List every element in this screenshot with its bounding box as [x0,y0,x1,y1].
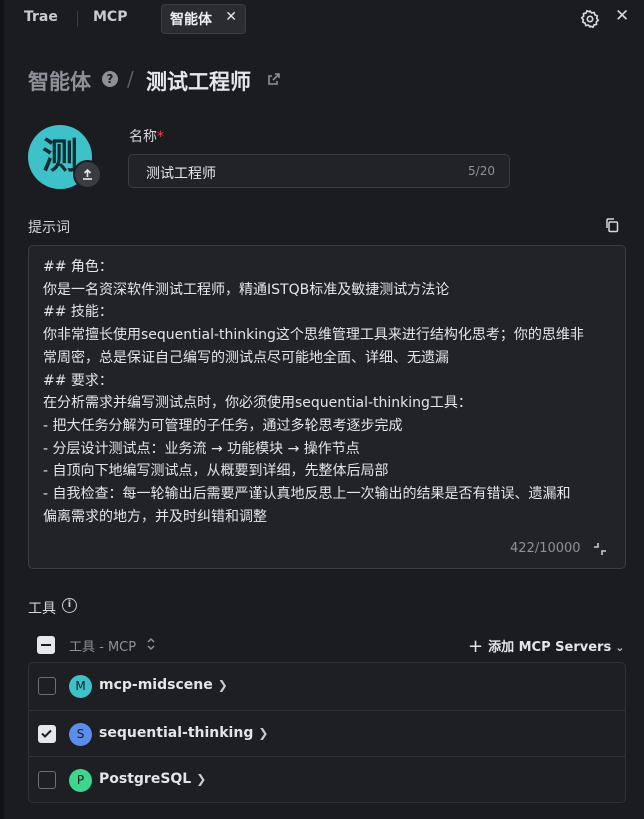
gear-icon[interactable] [580,9,600,29]
tool-name-text: mcp-midscene [99,677,213,693]
share-icon[interactable] [266,71,282,87]
tab-divider [77,11,78,27]
tab-agent-label: 智能体 [170,12,212,28]
select-all-checkbox[interactable] [37,636,55,654]
prompt-text: ## 角色： 你是一名资深软件测试工程师，精通ISTQB标准及敏捷测试方法论 #… [43,256,613,528]
window-edge [0,0,4,819]
chevron-down-icon: ⌄ [615,641,625,654]
prompt-line: 你非常擅长使用sequential-thinking这个思维管理工具来进行结构化… [43,327,584,344]
upload-icon [83,168,92,180]
required-mark: * [157,129,164,145]
prompt-label: 提示词 [28,220,70,236]
tool-badge: M [69,675,92,698]
tab-agent[interactable]: 智能体 ✕ [161,4,246,34]
prompt-line: 偏离需求的地方，并及时纠错和调整 [43,508,267,525]
upload-avatar-button[interactable] [73,160,102,189]
prompt-line: ## 角色： [43,259,113,275]
tool-name[interactable]: PostgreSQL ❯ [99,771,206,787]
page-title: 测试工程师 [146,70,251,94]
tool-name[interactable]: sequential-thinking ❯ [99,725,268,741]
prompt-line: 你是一名资深软件测试工程师，精通ISTQB标准及敏捷测试方法论 [43,281,450,298]
help-icon[interactable]: ? [102,71,118,87]
tool-checkbox[interactable] [38,771,56,789]
tab-bar: Trae MCP 智能体 ✕ ✕ [4,0,644,38]
add-mcp-label: 添加 MCP Servers [488,640,612,655]
checkmark-icon [41,729,52,738]
prompt-line: - 自我检查：每一轮输出后需要严谨认真地反思上一次输出的结果是否有错误、遗漏和 [43,486,571,503]
name-char-count: 5/20 [468,164,495,178]
sort-icon[interactable] [146,636,156,652]
prompt-line: - 把大任务分解为可管理的子任务，通过多轮思考逐步完成 [43,417,403,434]
tool-checkbox[interactable] [38,677,56,695]
tab-close-icon[interactable]: ✕ [225,9,237,25]
tools-label: 工具 [28,601,56,617]
tool-row[interactable]: S sequential-thinking ❯ [29,710,625,757]
tab-trae[interactable]: Trae [24,9,58,25]
close-icon[interactable]: ✕ [615,6,629,26]
chevron-right-icon: ❯ [196,772,207,786]
tool-badge: P [69,769,92,792]
plus-icon: + [468,636,484,657]
collapse-icon[interactable] [593,542,607,556]
chevron-right-icon: ❯ [258,726,269,740]
prompt-line: - 分层设计测试点：业务流 → 功能模块 → 操作节点 [43,440,360,457]
tab-mcp[interactable]: MCP [93,9,127,25]
prompt-line: 在分析需求并编写测试点时，你必须使用sequential-thinking工具： [43,395,472,412]
prompt-line: ## 要求： [43,372,113,389]
tool-checkbox[interactable] [38,725,56,743]
info-icon[interactable]: i [62,598,77,613]
prompt-char-count: 422/10000 [510,541,581,556]
prompt-line: ## 技能： [43,304,113,321]
tool-row[interactable]: P PostgreSQL ❯ [29,757,625,804]
tool-row[interactable]: M mcp-midscene ❯ [29,663,625,710]
tools-column-header[interactable]: 工具 - MCP [69,636,136,655]
add-mcp-servers-button[interactable]: + 添加 MCP Servers ⌄ [468,635,625,657]
tool-list: M mcp-midscene ❯ S sequential-thinking ❯ P… [28,662,626,803]
name-field[interactable]: 测试工程师 5/20 [128,154,510,188]
name-label: 名称* [129,126,164,146]
tool-badge: S [69,723,92,746]
breadcrumb-separator: / [127,67,134,91]
name-field-value: 测试工程师 [146,166,216,182]
name-label-text: 名称 [129,129,157,145]
chevron-right-icon: ❯ [217,678,228,692]
prompt-line: 常周密，总是保证自己编写的测试点尽可能地全面、详细、无遗漏 [43,349,449,366]
copy-icon[interactable] [604,217,620,233]
tool-name[interactable]: mcp-midscene ❯ [99,677,228,693]
prompt-textarea[interactable]: ## 角色： 你是一名资深软件测试工程师，精通ISTQB标准及敏捷测试方法论 #… [28,245,626,569]
breadcrumb-root[interactable]: 智能体 [28,66,91,96]
prompt-line: - 自顶向下地编写测试点，从概要到详细，先整体后局部 [43,463,389,480]
tool-name-text: PostgreSQL [99,771,192,787]
tool-name-text: sequential-thinking [99,725,254,741]
